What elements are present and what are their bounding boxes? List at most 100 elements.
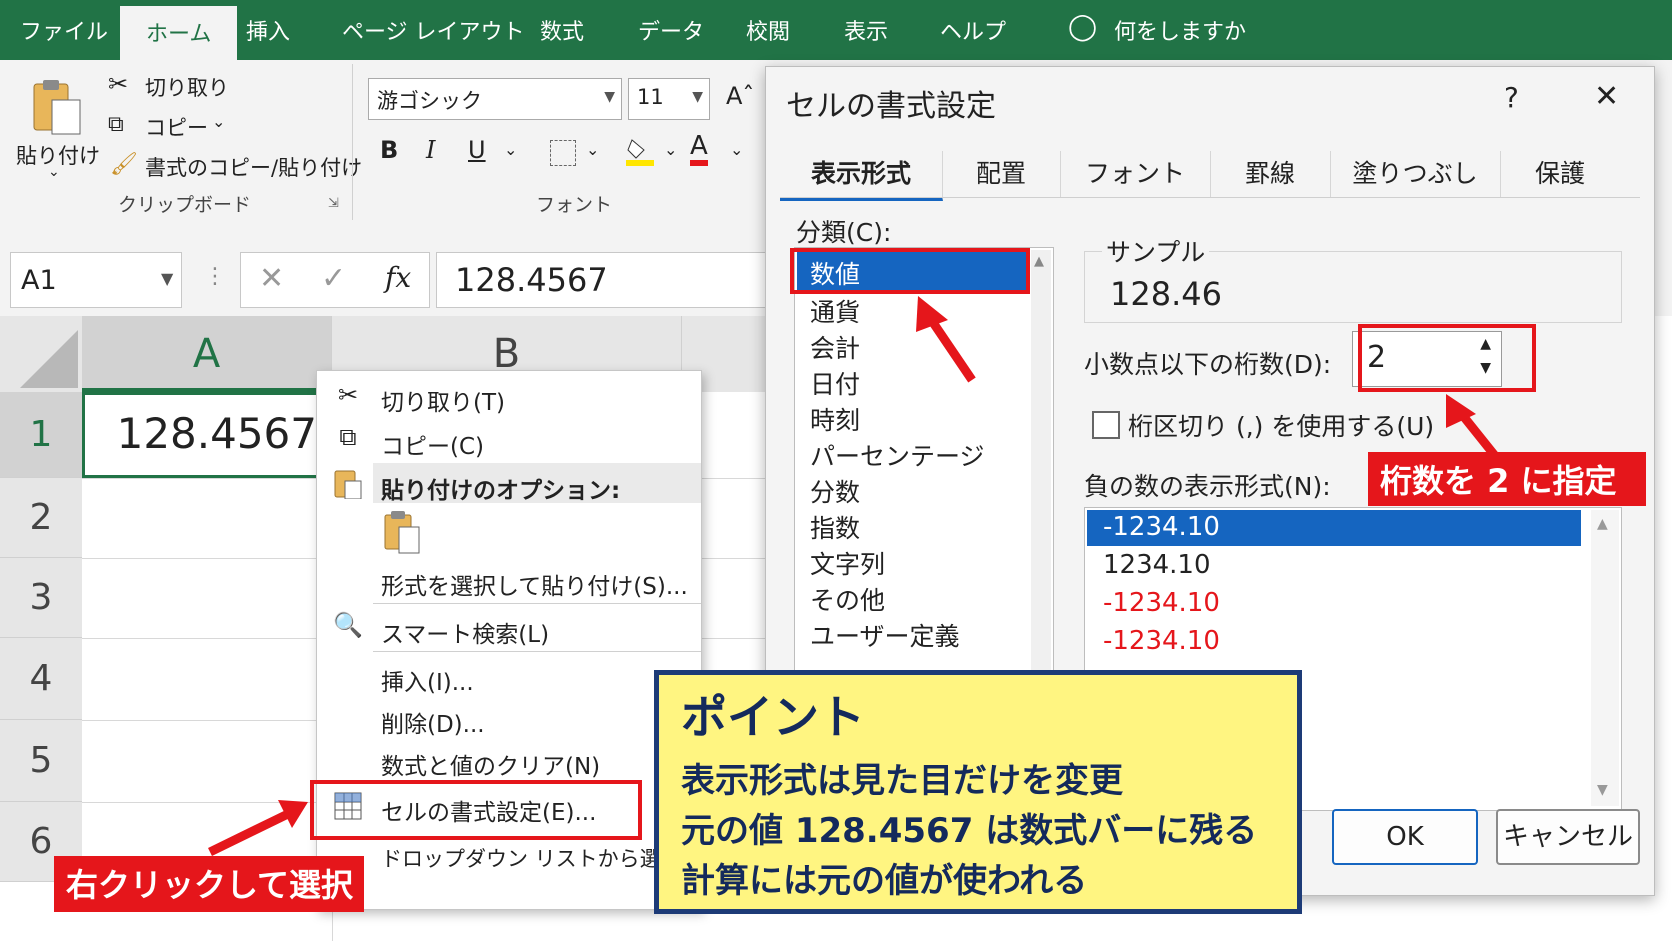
font-group-label: フォント: [536, 194, 613, 216]
tab-home[interactable]: ホーム: [120, 6, 238, 60]
menu-item-cut[interactable]: 切り取り(T): [381, 383, 505, 417]
tab-fill[interactable]: 塗りつぶし: [1330, 151, 1501, 197]
formula-buttons: ✕ ✓ fx: [240, 252, 430, 308]
scissors-icon[interactable]: ✂: [108, 70, 128, 98]
negative-format-1[interactable]: -1234.10: [1103, 512, 1220, 542]
category-scientific[interactable]: 指数: [810, 509, 860, 545]
paste-icon[interactable]: [30, 78, 86, 138]
menu-item-copy[interactable]: コピー(C): [381, 427, 484, 461]
tab-file[interactable]: ファイル: [20, 14, 108, 46]
tab-number[interactable]: 表示形式: [780, 151, 943, 201]
category-accounting[interactable]: 会計: [810, 329, 860, 365]
tell-me-search[interactable]: 何をしますか: [1114, 14, 1246, 46]
cut-button[interactable]: 切り取り: [145, 72, 229, 102]
lightbulb-icon[interactable]: ◯: [1068, 12, 1097, 42]
insert-function-icon[interactable]: fx: [385, 261, 411, 294]
more-icon: ⋮: [204, 264, 226, 289]
category-text[interactable]: 文字列: [810, 545, 885, 581]
category-percentage[interactable]: パーセンテージ: [810, 437, 985, 473]
scroll-up-icon[interactable]: ▲: [1034, 254, 1044, 269]
menu-item-delete[interactable]: 削除(D)...: [381, 705, 485, 739]
cell-a1[interactable]: 128.4567: [82, 392, 334, 478]
font-color-icon[interactable]: A: [690, 132, 708, 166]
row-header-2[interactable]: 2: [0, 478, 82, 558]
category-custom[interactable]: ユーザー定義: [810, 617, 960, 653]
negative-format-3[interactable]: -1234.10: [1103, 588, 1220, 618]
scissors-icon: ✂: [337, 381, 359, 409]
increase-font-icon[interactable]: Aˆ: [726, 82, 754, 110]
category-currency[interactable]: 通貨: [810, 293, 860, 329]
cancel-button[interactable]: キャンセル: [1496, 809, 1640, 865]
formula-value: 128.4567: [455, 261, 608, 299]
row-header-3[interactable]: 3: [0, 558, 82, 638]
ok-button[interactable]: OK: [1332, 809, 1478, 865]
paste-option-icon[interactable]: [383, 511, 423, 555]
category-time[interactable]: 時刻: [810, 401, 860, 437]
copy-dropdown-icon[interactable]: ⌄: [212, 112, 225, 131]
row-header-4[interactable]: 4: [0, 638, 82, 720]
decimal-places-label: 小数点以下の桁数(D):: [1084, 350, 1332, 379]
decimal-note-label: 桁数を 2 に指定: [1368, 452, 1646, 506]
point-line-2: 元の値 128.4567 は数式バーに残る: [681, 811, 1258, 851]
tab-protection[interactable]: 保護: [1500, 151, 1620, 197]
row-header-1[interactable]: 1: [0, 392, 82, 478]
tab-insert[interactable]: 挿入: [246, 14, 290, 46]
negative-scrollbar[interactable]: ▲ ▼: [1591, 510, 1619, 806]
fill-color-icon[interactable]: [626, 136, 654, 166]
negative-format-4[interactable]: -1234.10: [1103, 626, 1220, 656]
font-color-dropdown-icon[interactable]: ⌄: [730, 140, 743, 159]
font-name-combo[interactable]: 游ゴシック ▼: [368, 78, 622, 120]
menu-item-smart-lookup[interactable]: スマート検索(L): [381, 615, 549, 649]
category-fraction[interactable]: 分数: [810, 473, 860, 509]
chevron-down-icon: ▼: [604, 89, 615, 105]
copy-icon[interactable]: ⧉: [108, 112, 124, 137]
menu-item-clear-contents[interactable]: 数式と値のクリア(N): [381, 747, 600, 781]
group-divider: [352, 64, 353, 220]
tab-data[interactable]: データ: [638, 14, 704, 46]
clipboard-group-label: クリップボード: [118, 194, 252, 216]
formula-input[interactable]: 128.4567: [436, 252, 772, 308]
column-header-a[interactable]: A: [82, 316, 332, 392]
dialog-launcher-icon[interactable]: ⇲: [328, 196, 339, 211]
tab-alignment[interactable]: 配置: [942, 151, 1061, 197]
select-all-corner[interactable]: [0, 316, 82, 392]
tab-review[interactable]: 校閲: [746, 14, 790, 46]
fill-dropdown-icon[interactable]: ⌄: [664, 140, 677, 159]
cancel-entry-icon[interactable]: ✕: [259, 261, 284, 296]
smart-lookup-icon: 🔍: [333, 611, 363, 639]
negative-format-2[interactable]: 1234.10: [1103, 550, 1211, 580]
ribbon-tab-bar: ファイル ホーム 挿入 ページ レイアウト 数式 データ 校閲 表示 ヘルプ ◯…: [0, 0, 1672, 60]
format-cells-highlight: [310, 780, 642, 840]
row-header-5[interactable]: 5: [0, 720, 82, 802]
menu-item-insert[interactable]: 挿入(I)...: [381, 663, 474, 697]
thousands-separator-checkbox[interactable]: [1092, 411, 1120, 439]
scroll-up-icon[interactable]: ▲: [1597, 516, 1608, 532]
tab-page-layout[interactable]: ページ レイアウト: [342, 14, 525, 46]
category-special[interactable]: その他: [810, 581, 885, 617]
bold-button[interactable]: B: [380, 136, 398, 164]
tab-formulas[interactable]: 数式: [540, 14, 584, 46]
menu-item-paste-special[interactable]: 形式を選択して貼り付け(S)...: [381, 567, 688, 601]
scroll-down-icon[interactable]: ▼: [1597, 782, 1608, 798]
confirm-entry-icon[interactable]: ✓: [321, 261, 346, 296]
italic-button[interactable]: I: [426, 136, 435, 164]
font-size-combo[interactable]: 11 ▼: [628, 78, 710, 120]
name-box[interactable]: A1 ▼: [10, 252, 182, 308]
tab-border[interactable]: 罫線: [1210, 151, 1331, 197]
tab-font[interactable]: フォント: [1060, 151, 1211, 197]
thousands-separator-label: 桁区切り (,) を使用する(U): [1128, 412, 1435, 441]
tab-help[interactable]: ヘルプ: [940, 14, 1006, 46]
copy-button[interactable]: コピー: [145, 112, 208, 142]
underline-button[interactable]: U: [468, 136, 486, 164]
close-button[interactable]: ✕: [1594, 79, 1619, 114]
format-painter-button[interactable]: 書式のコピー/貼り付け: [145, 152, 362, 182]
format-painter-icon[interactable]: 🖌: [110, 152, 138, 177]
help-button[interactable]: ?: [1504, 81, 1519, 114]
point-line-3: 計算には元の値が使われる: [681, 861, 1088, 901]
border-icon[interactable]: [550, 140, 576, 166]
underline-dropdown-icon[interactable]: ⌄: [504, 140, 517, 159]
border-dropdown-icon[interactable]: ⌄: [586, 140, 599, 159]
tab-view[interactable]: 表示: [844, 14, 888, 46]
category-date[interactable]: 日付: [810, 365, 860, 401]
paste-dropdown-icon[interactable]: ⌄: [48, 164, 60, 180]
